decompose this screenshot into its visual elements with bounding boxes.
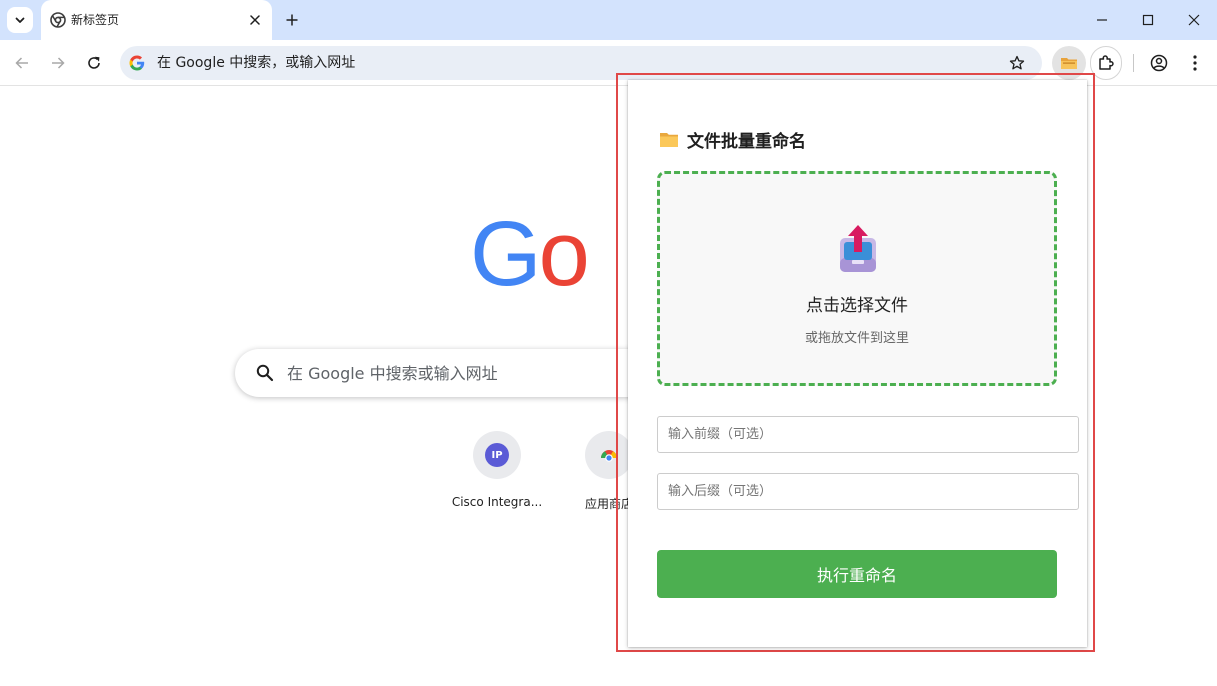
new-tab-button[interactable] [282,10,302,30]
arrow-left-icon [15,57,28,69]
folder-icon [1061,58,1077,69]
tab-title: 新标签页 [71,13,120,27]
close-icon [1188,14,1200,26]
google-g-icon [129,55,145,71]
chrome-icon [50,12,66,28]
tab-close-button[interactable] [246,11,264,29]
popup-title: 文件批量重命名 [687,131,806,152]
dropzone-title: 点击选择文件 [806,296,908,316]
star-icon [1009,55,1025,70]
google-logo-letter: o [538,208,590,300]
search-icon [256,364,274,382]
address-bar-text: 在 Google 中搜索，或输入网址 [157,55,356,71]
file-dropzone[interactable]: 点击选择文件 或拖放文件到这里 [657,171,1057,386]
maximize-button[interactable] [1136,8,1160,32]
upload-icon [840,225,876,272]
browser-menu-button[interactable] [1183,51,1207,75]
minimize-button[interactable] [1090,8,1114,32]
tab-strip: 新标签页 [0,0,1217,40]
account-icon [1150,54,1168,72]
extension-popup: 文件批量重命名 点击选择文件 或拖放文件到这里 执行重命名 [628,80,1087,647]
google-logo: Goog [470,208,630,300]
prefix-input[interactable] [657,416,1079,453]
popup-header: 文件批量重命名 [659,128,806,152]
rename-button[interactable]: 执行重命名 [657,550,1057,598]
tab-new-tab[interactable]: 新标签页 [41,0,272,40]
reload-icon [88,56,100,69]
forward-button[interactable] [46,51,70,75]
maximize-icon [1142,14,1154,26]
google-logo-letter: G [470,208,542,300]
shortcut-icon-circle: IP [473,431,521,479]
ntp-search-box[interactable]: 在 Google 中搜索或输入网址 [235,349,655,397]
kebab-menu-icon [1193,55,1197,71]
ntp-search-placeholder: 在 Google 中搜索或输入网址 [287,364,498,383]
reload-button[interactable] [82,51,106,75]
tab-search-button[interactable] [7,7,33,33]
toolbar-separator [1133,54,1134,72]
shortcut-ip-icon: IP [485,443,509,467]
folder-icon [660,132,678,147]
plus-icon [286,14,298,26]
close-icon [250,15,260,25]
back-button[interactable] [10,51,34,75]
dropzone-subtitle: 或拖放文件到这里 [804,331,909,346]
bookmark-button[interactable] [1007,53,1027,73]
profile-button[interactable] [1147,51,1171,75]
suffix-input[interactable] [657,473,1079,510]
puzzle-icon [1099,55,1114,70]
arrow-right-icon [52,57,65,69]
chevron-down-icon [15,17,25,23]
minimize-icon [1097,19,1107,21]
close-window-button[interactable] [1182,8,1206,32]
shortcut-label: Cisco Integra... [451,495,543,509]
shortcut-tile[interactable]: IP Cisco Integra... [441,431,553,531]
